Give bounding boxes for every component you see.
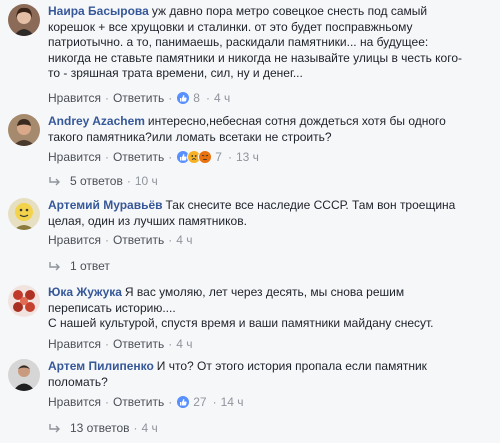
timestamp[interactable]: 4 ч xyxy=(214,91,230,105)
comment-line: уж давно пора метро совецкое снесть под … xyxy=(151,4,428,18)
replies-row[interactable]: 13 ответов · 4 ч xyxy=(48,420,158,436)
replies-timestamp: 10 ч xyxy=(134,174,158,188)
author-name[interactable]: Andrey Azachem xyxy=(48,114,145,128)
separator: · xyxy=(104,395,109,409)
comment-line: И что? От этого история пропала если пам… xyxy=(156,359,427,373)
separator: · xyxy=(104,150,109,164)
comment-body: Andrey Azachem интересно,небесная сотня д… xyxy=(48,114,488,145)
view-replies-link[interactable]: 5 ответов xyxy=(70,174,123,188)
comment-text: Andrey Azachem интересно,небесная сотня д… xyxy=(48,114,488,145)
comment-line: корешок + все хрущовки и сталинки. от эт… xyxy=(48,19,413,34)
separator: · xyxy=(104,233,109,247)
angry-reaction-icon xyxy=(198,150,213,164)
comment-line: интересно,небесная сотня дождеться хотя … xyxy=(147,114,446,128)
comment-actions: Нравится · Ответить · 27 · 14 ч xyxy=(48,394,244,410)
comment-line: целая, один из лучших памятников. xyxy=(48,213,247,228)
timestamp[interactable]: 4 ч xyxy=(176,337,192,351)
comment-line: патриотычно. а то, панимаешь, раскидали … xyxy=(48,35,429,49)
comment-line: никогда не ставьте памятники и никогда н… xyxy=(48,50,463,65)
comment-actions: Нравится · Ответить · 8 · 4 ч xyxy=(48,90,230,106)
author-name[interactable]: Наира Басырова xyxy=(48,4,149,18)
comment-body: Артемий Муравьёв Так снесите все наследие… xyxy=(48,198,488,229)
separator: · xyxy=(212,395,217,409)
comment-text: Артемий Муравьёв Так снесите все наследие… xyxy=(48,198,488,229)
like-reaction-icon xyxy=(176,91,191,105)
comment-line: то - зряшная трата времени, сил, ну и де… xyxy=(48,66,303,80)
reply-link[interactable]: Ответить xyxy=(113,91,164,105)
like-link[interactable]: Нравится xyxy=(48,150,101,164)
reply-link[interactable]: Ответить xyxy=(113,233,164,247)
reply-arrow-icon xyxy=(49,262,60,271)
reactions[interactable] xyxy=(176,150,213,164)
separator: · xyxy=(168,395,173,409)
comment-text: Артем Пилипенко И что? От этого история п… xyxy=(48,359,488,390)
view-replies-link[interactable]: 1 ответ xyxy=(70,259,110,273)
reactions[interactable] xyxy=(176,395,191,409)
separator: · xyxy=(205,91,210,105)
author-name[interactable]: Артем Пилипенко xyxy=(48,359,154,373)
timestamp[interactable]: 14 ч xyxy=(221,395,244,409)
reaction-count: 7 xyxy=(215,150,222,164)
like-link[interactable]: Нравится xyxy=(48,395,101,409)
reaction-count: 27 xyxy=(193,395,207,409)
avatar[interactable] xyxy=(8,4,40,36)
like-link[interactable]: Нравится xyxy=(48,233,101,247)
like-link[interactable]: Нравится xyxy=(48,91,101,105)
reply-link[interactable]: Ответить xyxy=(113,150,164,164)
replies-timestamp: 4 ч xyxy=(141,421,158,435)
comment-body: Артем Пилипенко И что? От этого история п… xyxy=(48,359,488,390)
author-name[interactable]: Артемий Муравьёв xyxy=(48,198,163,212)
separator: · xyxy=(104,337,109,351)
separator: · xyxy=(104,91,109,105)
comment-actions: Нравится · Ответить · 4 ч xyxy=(48,232,193,248)
separator: · xyxy=(168,150,173,164)
author-name[interactable]: Юка Жужука xyxy=(48,285,122,299)
like-link[interactable]: Нравится xyxy=(48,337,101,351)
replies-row[interactable]: 1 ответ xyxy=(48,258,110,274)
separator: · xyxy=(133,421,138,435)
reaction-count: 8 xyxy=(193,91,200,105)
separator: · xyxy=(168,91,173,105)
reply-arrow-icon xyxy=(49,424,60,433)
reply-link[interactable]: Ответить xyxy=(113,395,164,409)
avatar[interactable] xyxy=(8,359,40,391)
view-replies-link[interactable]: 13 ответов xyxy=(70,421,130,435)
separator: · xyxy=(227,150,232,164)
replies-row[interactable]: 5 ответов · 10 ч xyxy=(48,173,158,189)
comment-line: Так снесите все наследие СССР. Там вон т… xyxy=(165,198,456,212)
comment-actions: Нравится · Ответить · 7 · 13 ч xyxy=(48,149,259,165)
comment-body: Наира Басырова уж давно пора метро совецк… xyxy=(48,4,488,82)
avatar[interactable] xyxy=(8,198,40,230)
comment-text: Юка Жужука Я вас умоляю, лет через десять… xyxy=(48,285,488,332)
avatar[interactable] xyxy=(8,285,40,317)
comment-line: переписать историю.... xyxy=(48,300,176,315)
reply-arrow-icon xyxy=(49,177,60,186)
comment-actions: Нравится · Ответить · 4 ч xyxy=(48,336,193,352)
avatar[interactable] xyxy=(8,114,40,146)
like-reaction-icon xyxy=(176,395,191,409)
reply-link[interactable]: Ответить xyxy=(113,337,164,351)
comment-text: Наира Басырова уж давно пора метро совецк… xyxy=(48,4,488,82)
comment-line: поломать? xyxy=(48,374,108,389)
comment-line: такого памятника?или ломать всетаки не с… xyxy=(48,129,332,144)
separator: · xyxy=(126,174,131,188)
reactions[interactable] xyxy=(176,91,191,105)
comment-body: Юка Жужука Я вас умоляю, лет через десять… xyxy=(48,285,488,332)
separator: · xyxy=(168,233,173,247)
timestamp[interactable]: 4 ч xyxy=(176,233,192,247)
separator: · xyxy=(168,337,173,351)
comment-line: С нашей культурой, спустя время и ваши п… xyxy=(48,316,434,330)
comment-line: Я вас умоляю, лет через десять, мы снова… xyxy=(124,285,405,299)
timestamp[interactable]: 13 ч xyxy=(236,150,259,164)
